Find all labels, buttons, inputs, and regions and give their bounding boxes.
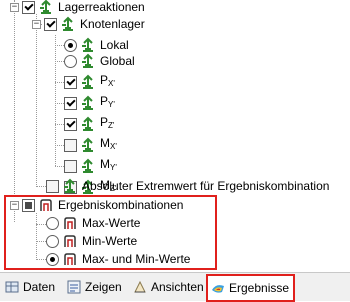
tab-ansichten-label: Ansichten bbox=[151, 280, 204, 294]
pz-label: PZ' bbox=[100, 115, 115, 130]
tab-zeigen-label: Zeigen bbox=[85, 280, 122, 294]
max-und-min-werte-label: Max- und Min-Werte bbox=[82, 252, 191, 266]
py-subscript: Y' bbox=[108, 100, 115, 109]
mx-label: MX' bbox=[100, 136, 117, 151]
py-checkbox[interactable] bbox=[64, 96, 77, 110]
global-radio[interactable] bbox=[64, 54, 77, 68]
support-reaction-icon bbox=[62, 178, 78, 194]
tab-daten[interactable]: Daten bbox=[4, 277, 55, 297]
tree-item-mx[interactable]: MX' bbox=[64, 134, 117, 156]
mx-checkbox[interactable] bbox=[64, 138, 77, 152]
result-combination-icon bbox=[62, 233, 78, 249]
tree-item-max-und-min-werte[interactable]: Max- und Min-Werte bbox=[46, 248, 190, 270]
tab-ergebnisse[interactable]: Ergebnisse bbox=[206, 274, 296, 302]
my-subscript: Y' bbox=[110, 163, 117, 172]
tab-ergebnisse-label: Ergebnisse bbox=[229, 281, 290, 295]
tree-item-px[interactable]: PX' bbox=[64, 71, 115, 93]
support-reaction-icon bbox=[80, 95, 96, 111]
tab-ansichten[interactable]: Ansichten bbox=[132, 277, 204, 297]
result-combination-icon bbox=[62, 215, 78, 231]
absoluter-extremwert-checkbox[interactable] bbox=[46, 179, 59, 193]
tree-item-my[interactable]: MY' bbox=[64, 155, 117, 177]
min-werte-radio[interactable] bbox=[46, 234, 59, 248]
results-icon bbox=[210, 280, 226, 296]
min-werte-label: Min-Werte bbox=[82, 234, 138, 248]
ergebniskombinationen-label: Ergebniskombinationen bbox=[58, 198, 184, 212]
support-reaction-icon bbox=[60, 16, 76, 32]
ergebniskombinationen-checkbox[interactable] bbox=[22, 198, 35, 212]
px-checkbox[interactable] bbox=[64, 75, 77, 89]
px-label: PX' bbox=[100, 73, 115, 88]
support-reaction-icon bbox=[80, 137, 96, 153]
px-subscript: X' bbox=[108, 79, 115, 88]
my-checkbox[interactable] bbox=[64, 159, 77, 173]
navigator-tab-bar: Daten Zeigen Ansichten Ergebnisse bbox=[0, 272, 350, 302]
data-icon bbox=[4, 279, 20, 295]
result-combination-icon bbox=[62, 251, 78, 267]
collapse-knotenlager[interactable]: − bbox=[32, 20, 41, 29]
tab-daten-label: Daten bbox=[23, 280, 56, 294]
views-icon bbox=[132, 279, 148, 295]
tree-item-py[interactable]: PY' bbox=[64, 92, 115, 114]
display-icon bbox=[66, 279, 82, 295]
support-reaction-icon bbox=[80, 74, 96, 90]
pz-subscript: Z' bbox=[108, 121, 115, 130]
mx-subscript: X' bbox=[110, 142, 117, 151]
max-werte-radio[interactable] bbox=[46, 216, 59, 230]
pz-checkbox[interactable] bbox=[64, 117, 77, 131]
collapse-lagerreaktionen[interactable]: − bbox=[10, 3, 19, 12]
my-label: MY' bbox=[100, 157, 117, 172]
support-reaction-icon bbox=[80, 53, 96, 69]
result-combination-icon bbox=[38, 197, 54, 213]
py-label: PY' bbox=[100, 94, 115, 109]
knotenlager-checkbox[interactable] bbox=[44, 17, 57, 31]
tab-zeigen[interactable]: Zeigen bbox=[66, 277, 122, 297]
max-und-min-werte-radio[interactable] bbox=[46, 252, 59, 266]
absoluter-extremwert-label: Absoluter Extremwert für Ergebniskombina… bbox=[82, 179, 330, 193]
support-reaction-icon bbox=[80, 158, 96, 174]
lagerreaktionen-checkbox[interactable] bbox=[22, 0, 35, 14]
tree-item-global[interactable]: Global bbox=[64, 50, 135, 72]
max-werte-label: Max-Werte bbox=[82, 216, 141, 230]
lagerreaktionen-label: Lagerreaktionen bbox=[58, 0, 145, 14]
tree-item-pz[interactable]: PZ' bbox=[64, 113, 114, 135]
support-reaction-icon bbox=[80, 116, 96, 132]
tree-item-knotenlager[interactable]: Knotenlager bbox=[44, 13, 145, 35]
knotenlager-label: Knotenlager bbox=[80, 17, 145, 31]
global-label: Global bbox=[100, 54, 135, 68]
